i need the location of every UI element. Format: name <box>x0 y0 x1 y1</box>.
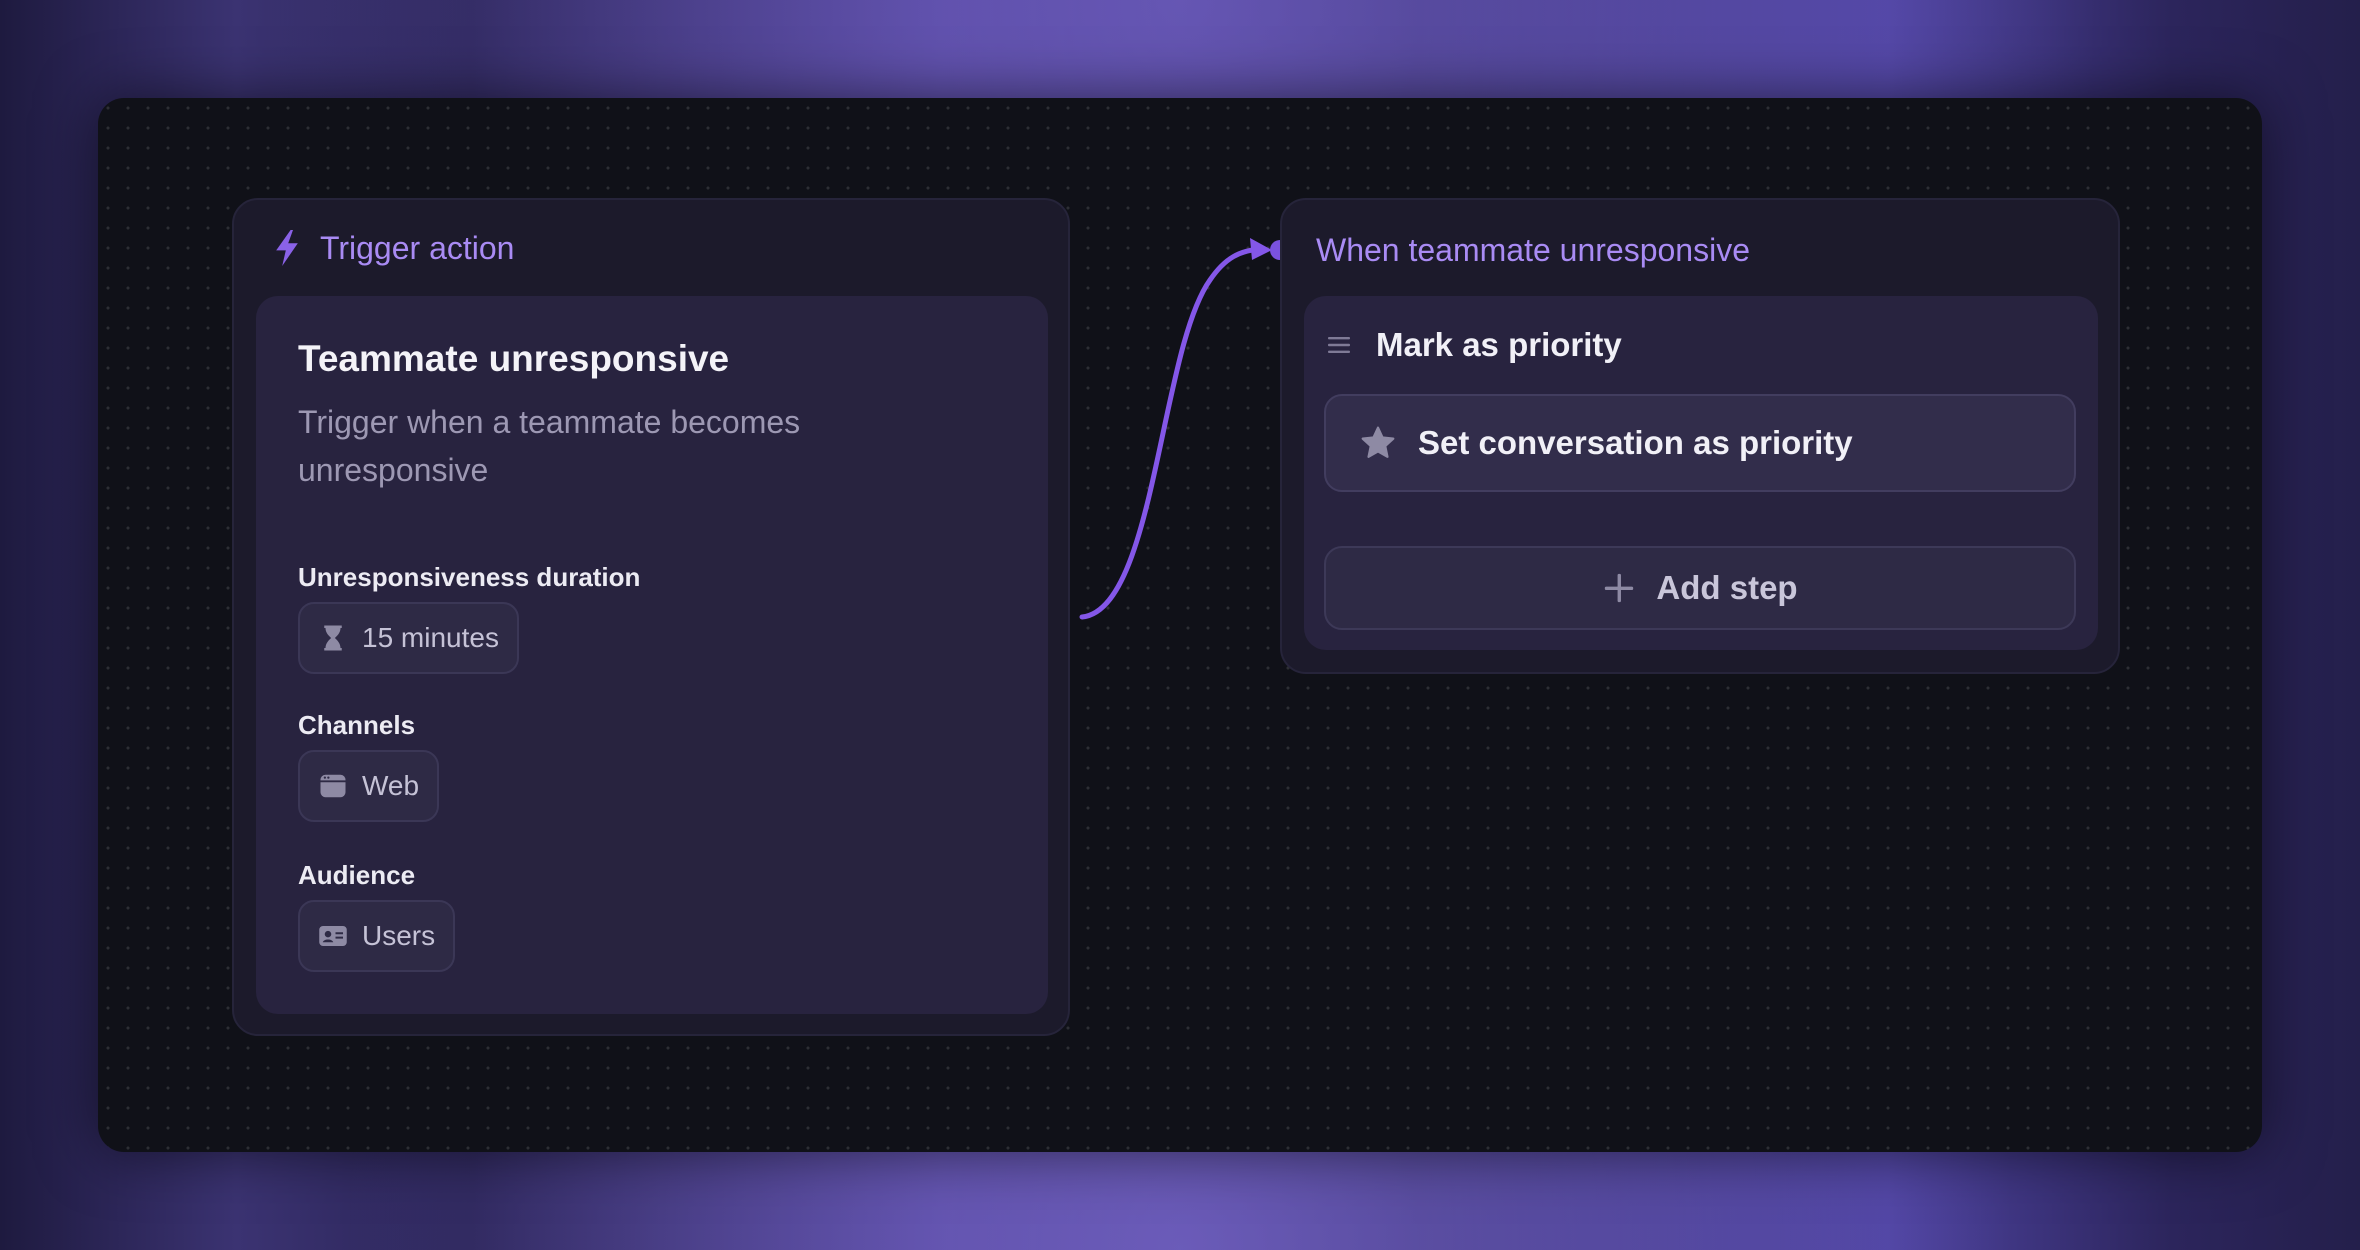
duration-value: 15 minutes <box>362 622 499 653</box>
step-title: Mark as priority <box>1376 326 1622 363</box>
action-node[interactable]: When teammate unresponsive Mark as prior… <box>1280 198 2120 674</box>
audience-value: Users <box>362 920 436 951</box>
trigger-title: Teammate unresponsive <box>298 338 730 379</box>
channels-chip[interactable]: Web <box>298 750 440 822</box>
drag-handle-icon[interactable] <box>1326 333 1352 357</box>
star-icon <box>1361 426 1395 458</box>
duration-label: Unresponsiveness duration <box>298 562 641 592</box>
action-node-header-label: When teammate unresponsive <box>1316 231 1750 268</box>
duration-chip[interactable]: 15 minutes <box>298 602 519 674</box>
action-card[interactable]: Mark as priority Set conversation as pri… <box>1304 296 2098 650</box>
add-step-button[interactable]: Add step <box>1324 546 2076 630</box>
add-step-label: Add step <box>1656 569 1798 606</box>
trigger-node-header-label: Trigger action <box>320 229 515 266</box>
trigger-card[interactable]: Teammate unresponsive Trigger when a tea… <box>256 296 1048 1014</box>
trigger-node-header: Trigger action <box>272 228 514 268</box>
channels-label: Channels <box>298 710 416 740</box>
browser-window-icon <box>320 774 346 798</box>
action-node-header: When teammate unresponsive <box>1316 230 1750 270</box>
set-priority-step[interactable]: Set conversation as priority <box>1324 394 2076 492</box>
id-card-icon <box>319 926 347 946</box>
audience-label: Audience <box>298 860 416 890</box>
step-header[interactable]: Mark as priority <box>1326 326 1622 364</box>
channels-value: Web <box>362 770 420 801</box>
set-priority-label: Set conversation as priority <box>1418 424 1853 461</box>
lightning-icon <box>276 230 298 266</box>
trigger-description: Trigger when a teammate becomes unrespon… <box>298 404 801 488</box>
hourglass-icon <box>324 625 342 651</box>
plus-icon <box>1605 573 1634 603</box>
trigger-node[interactable]: Trigger action Teammate unresponsive Tri… <box>232 198 1070 1036</box>
audience-chip[interactable]: Users <box>298 900 456 972</box>
